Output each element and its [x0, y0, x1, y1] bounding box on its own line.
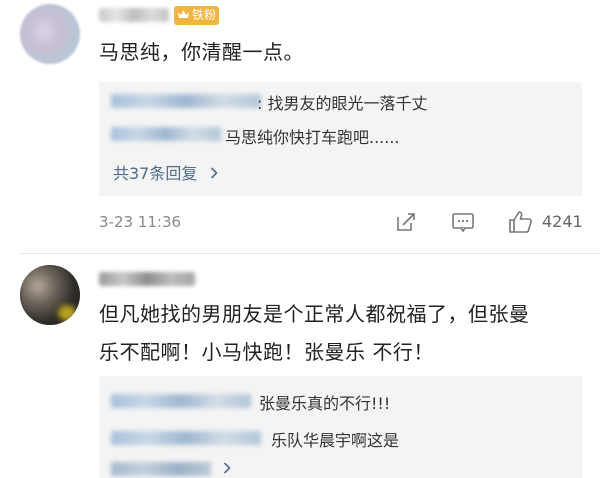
fan-badge[interactable]: 铁粉: [174, 6, 220, 25]
reply-username[interactable]: [111, 127, 221, 141]
divider: [20, 253, 600, 254]
reply-box: : 找男友的眼光一落千丈 马思纯你快打车跑吧...... 共37条回复: [99, 82, 582, 196]
avatar[interactable]: [20, 4, 80, 64]
like-count: 4241: [542, 212, 583, 231]
reply-text[interactable]: 乐队华晨宇啊这是: [271, 427, 399, 451]
comment-icon[interactable]: [451, 211, 475, 237]
more-replies-link[interactable]: [111, 462, 211, 476]
reply-box: 张曼乐真的不行!!! 乐队华晨宇啊这是: [99, 376, 582, 478]
reply-text[interactable]: : 找男友的眼光一落千丈: [257, 90, 427, 114]
chevron-right-icon: [210, 164, 219, 183]
username[interactable]: [99, 8, 169, 22]
timestamp: 3-23 11:36: [99, 213, 182, 231]
reply-username[interactable]: [111, 431, 261, 445]
thumbs-up-icon: [508, 209, 534, 239]
reply-text[interactable]: 马思纯你快打车跑吧......: [225, 124, 400, 148]
avatar[interactable]: [20, 265, 80, 325]
more-replies-label: 共37条回复: [113, 164, 198, 183]
comment-text: 马思纯，你清醒一点。: [99, 40, 304, 64]
fan-badge-label: 铁粉: [192, 8, 217, 22]
reply-username[interactable]: [111, 94, 261, 108]
comment-text-line-2: 乐不配啊！小马快跑！张曼乐 不行！: [99, 340, 434, 364]
share-icon[interactable]: [395, 211, 417, 237]
username[interactable]: [99, 272, 195, 286]
reply-username[interactable]: [111, 394, 251, 408]
crown-icon: [177, 8, 190, 20]
avatar-accent: [58, 305, 76, 321]
more-replies-link[interactable]: 共37条回复: [113, 160, 219, 184]
reply-text[interactable]: 张曼乐真的不行!!!: [259, 390, 390, 414]
chevron-right-icon: [223, 459, 231, 478]
comment-text-line-1: 但凡她找的男朋友是个正常人都祝福了，但张曼: [99, 302, 530, 326]
